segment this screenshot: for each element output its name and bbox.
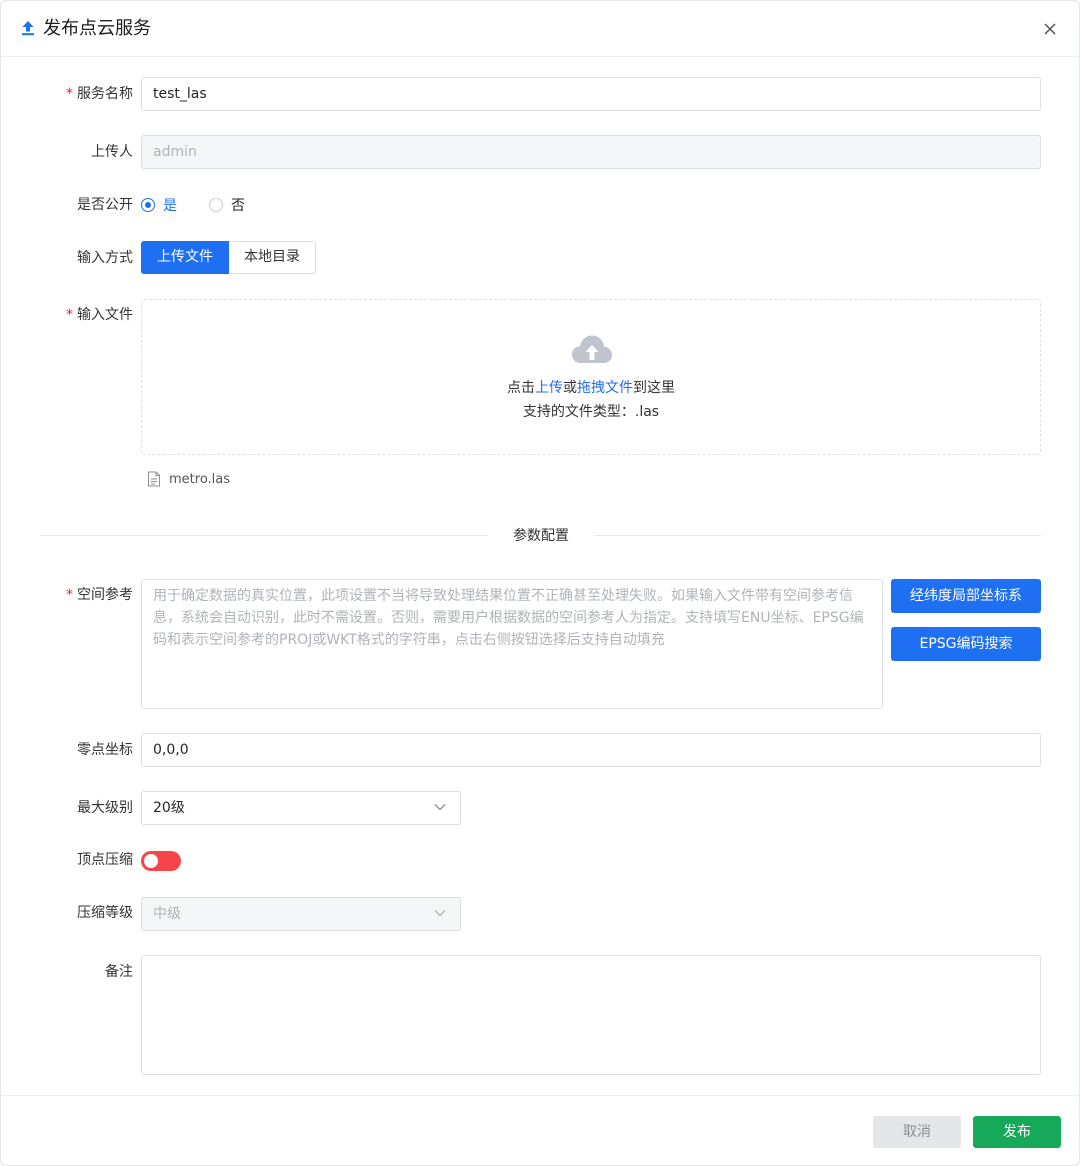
compression-level-select: 中级	[141, 897, 461, 931]
input-method-segmented: 上传文件 本地目录	[141, 241, 316, 274]
dialog-title: 发布点云服务	[43, 18, 151, 39]
cloud-upload-icon	[572, 335, 612, 363]
spatial-ref-textarea[interactable]: 用于确定数据的真实位置，此项设置不当将导致处理结果位置不正确甚至处理失败。如果输…	[141, 579, 883, 709]
radio-checked-icon	[141, 198, 155, 212]
input-method-local-button[interactable]: 本地目录	[229, 241, 316, 274]
close-icon[interactable]	[1041, 20, 1059, 38]
radio-unchecked-icon	[209, 198, 223, 212]
file-dropzone[interactable]: 点击上传或拖拽文件到这里 支持的文件类型：.las	[141, 299, 1041, 455]
spatial-ref-label: * 空间参考	[66, 587, 133, 603]
toggle-knob	[144, 854, 158, 868]
uploader-input: admin	[141, 135, 1041, 169]
compression-level-label: 压缩等级	[77, 905, 133, 921]
max-level-select[interactable]: 20级	[141, 791, 461, 825]
dialog-footer: 取消 发布	[1, 1095, 1079, 1165]
document-icon	[148, 471, 160, 487]
public-radio-no[interactable]: 否	[209, 195, 245, 215]
upload-icon	[22, 21, 34, 36]
remark-label: 备注	[105, 964, 133, 980]
file-name: metro.las	[169, 471, 231, 487]
input-file-label: * 输入文件	[66, 307, 133, 323]
file-list-item[interactable]: metro.las	[147, 471, 230, 487]
public-radio-yes[interactable]: 是	[141, 195, 177, 215]
upload-link[interactable]: 上传	[535, 380, 563, 396]
chevron-down-icon	[434, 910, 446, 917]
drag-file-link[interactable]: 拖拽文件	[577, 380, 633, 396]
origin-input[interactable]: 0,0,0	[141, 733, 1041, 767]
epsg-search-button[interactable]: EPSG编码搜索	[891, 627, 1041, 661]
local-coord-system-button[interactable]: 经纬度局部坐标系	[891, 579, 1041, 613]
dialog-header: 发布点云服务	[1, 1, 1079, 57]
public-label: 是否公开	[77, 197, 133, 213]
uploader-label: 上传人	[91, 144, 133, 160]
supported-types-text: 支持的文件类型：.las	[522, 404, 660, 420]
service-name-input[interactable]: test_las	[141, 77, 1041, 111]
input-method-upload-button[interactable]: 上传文件	[141, 241, 229, 274]
input-method-label: 输入方式	[77, 250, 133, 266]
dropzone-prompt: 点击上传或拖拽文件到这里	[507, 380, 675, 396]
vertex-compression-label: 顶点压缩	[77, 852, 133, 868]
max-level-label: 最大级别	[77, 800, 133, 816]
remark-textarea[interactable]	[141, 955, 1041, 1075]
origin-label: 零点坐标	[77, 742, 133, 758]
publish-button[interactable]: 发布	[973, 1116, 1061, 1148]
publish-dialog: 发布点云服务 * 服务名称 test_las 上传人 admin 是否公开 是 否…	[0, 0, 1080, 1166]
section-divider-title: 参数配置	[1, 526, 1079, 546]
cancel-button[interactable]: 取消	[873, 1116, 961, 1148]
chevron-down-icon	[434, 804, 446, 811]
service-name-label: * 服务名称	[66, 86, 133, 102]
vertex-compression-toggle[interactable]	[141, 851, 181, 871]
